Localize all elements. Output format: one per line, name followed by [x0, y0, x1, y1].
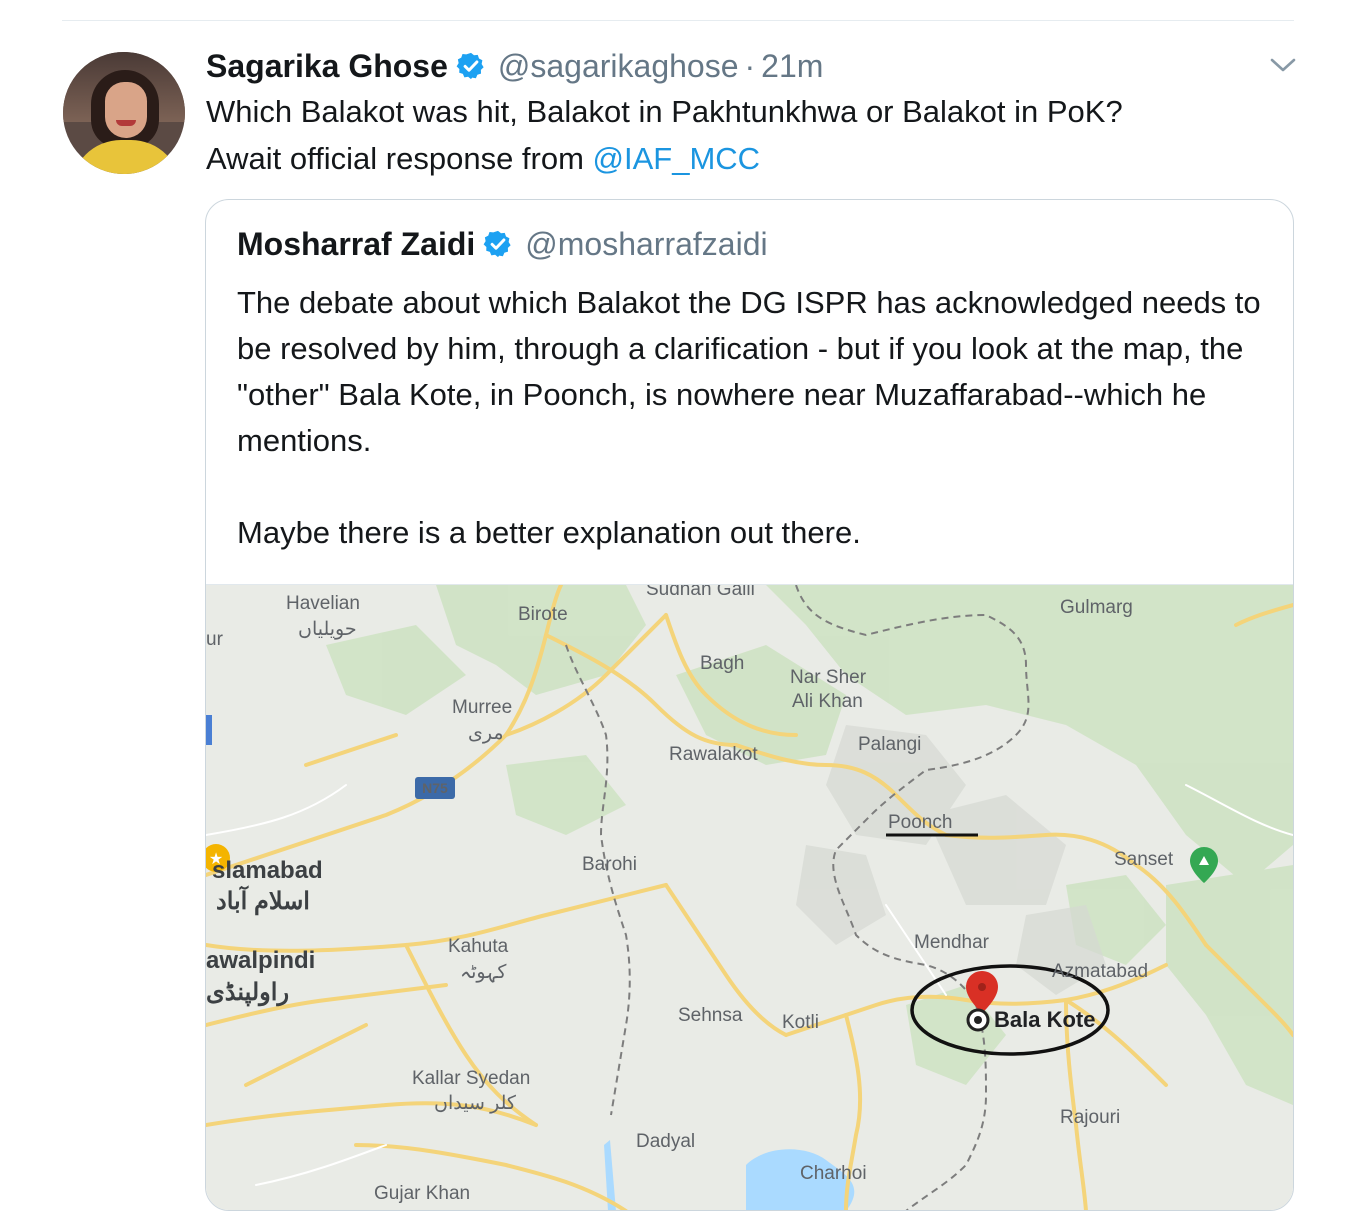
label-barohi: Barohi	[582, 854, 637, 875]
label-bagh: Bagh	[700, 653, 744, 674]
quoted-tweet-card[interactable]: Mosharraf Zaidi @mosharrafzaidi The deba…	[205, 199, 1294, 1211]
label-gujar-khan: Gujar Khan	[374, 1183, 470, 1204]
label-charhoi: Charhoi	[800, 1163, 867, 1184]
separator-dot: ·	[744, 47, 756, 84]
label-rawalpindi-urdu: راولپنڈی	[206, 979, 289, 1007]
label-kotli: Kotli	[782, 1012, 819, 1033]
verified-badge-icon	[483, 230, 511, 258]
chevron-down-icon[interactable]	[1266, 52, 1300, 78]
label-havelian: Havelian	[286, 593, 360, 614]
quoted-tweet-header: Mosharraf Zaidi @mosharrafzaidi	[237, 222, 768, 266]
tweet-text-line2-prefix: Await official response from	[206, 141, 593, 176]
label-ali-khan: Ali Khan	[792, 691, 863, 712]
verified-badge-icon	[456, 52, 484, 80]
top-divider	[62, 20, 1294, 21]
author-handle[interactable]: @sagarikaghose	[498, 48, 739, 85]
label-mendhar: Mendhar	[914, 932, 990, 953]
quoted-text-para2: Maybe there is a better explanation out …	[237, 515, 861, 550]
quoted-text-para1: The debate about which Balakot the DG IS…	[237, 285, 1261, 458]
label-poonch: Poonch	[888, 812, 952, 833]
label-kahuta-urdu: کہوٹہ	[460, 962, 507, 983]
tweet-header: Sagarika Ghose @sagarikaghose · 21m	[206, 44, 823, 88]
label-sudhan-galli: Sudhan Galli	[646, 585, 755, 600]
label-murree-urdu: مری	[468, 723, 504, 744]
label-rawalakot: Rawalakot	[669, 744, 758, 765]
label-bala-kote: Bala Kote	[994, 1007, 1095, 1032]
map-image[interactable]: N75 ★ Sudhan Galli Havelian حویلیاں Biro…	[206, 584, 1293, 1210]
mention-link[interactable]: @IAF_MCC	[593, 141, 761, 176]
author-name[interactable]: Sagarika Ghose	[206, 48, 448, 85]
quoted-tweet-text: The debate about which Balakot the DG IS…	[237, 280, 1267, 556]
label-gulmarg: Gulmarg	[1060, 597, 1133, 618]
tweet-text-line2: Await official response from @IAF_MCC	[206, 135, 1296, 182]
label-rawalpindi: awalpindi	[206, 947, 315, 974]
label-rajouri: Rajouri	[1060, 1107, 1120, 1128]
label-kallar-syedan-urdu: کلر سیداں	[434, 1093, 517, 1114]
quoted-author-name[interactable]: Mosharraf Zaidi	[237, 226, 475, 263]
label-murree: Murree	[452, 697, 512, 718]
avatar[interactable]	[63, 52, 185, 174]
label-azmatabad: Azmatabad	[1052, 961, 1148, 982]
label-kallar-syedan: Kallar Syedan	[412, 1068, 530, 1089]
label-havelian-urdu: حویلیاں	[298, 619, 357, 640]
tweet-timestamp[interactable]: 21m	[761, 48, 823, 85]
map-canvas: N75 ★ Sudhan Galli Havelian حویلیاں Biro…	[206, 585, 1293, 1210]
tweet-text: Which Balakot was hit, Balakot in Pakhtu…	[206, 88, 1296, 182]
label-kahuta: Kahuta	[448, 936, 509, 957]
label-ur: ur	[206, 629, 224, 650]
label-sehnsa: Sehnsa	[678, 1005, 743, 1026]
label-sanset: Sanset	[1114, 849, 1174, 870]
n75-label: N75	[422, 780, 448, 796]
label-birote: Birote	[518, 604, 568, 625]
tweet-text-line1: Which Balakot was hit, Balakot in Pakhtu…	[206, 94, 1123, 129]
label-palangi: Palangi	[858, 734, 921, 755]
quoted-author-handle[interactable]: @mosharrafzaidi	[525, 226, 767, 263]
label-dadyal: Dadyal	[636, 1131, 695, 1152]
label-islamabad: slamabad	[212, 857, 323, 884]
label-islamabad-urdu: اسلام آباد	[216, 885, 310, 916]
label-nar-sher: Nar Sher	[790, 667, 867, 688]
